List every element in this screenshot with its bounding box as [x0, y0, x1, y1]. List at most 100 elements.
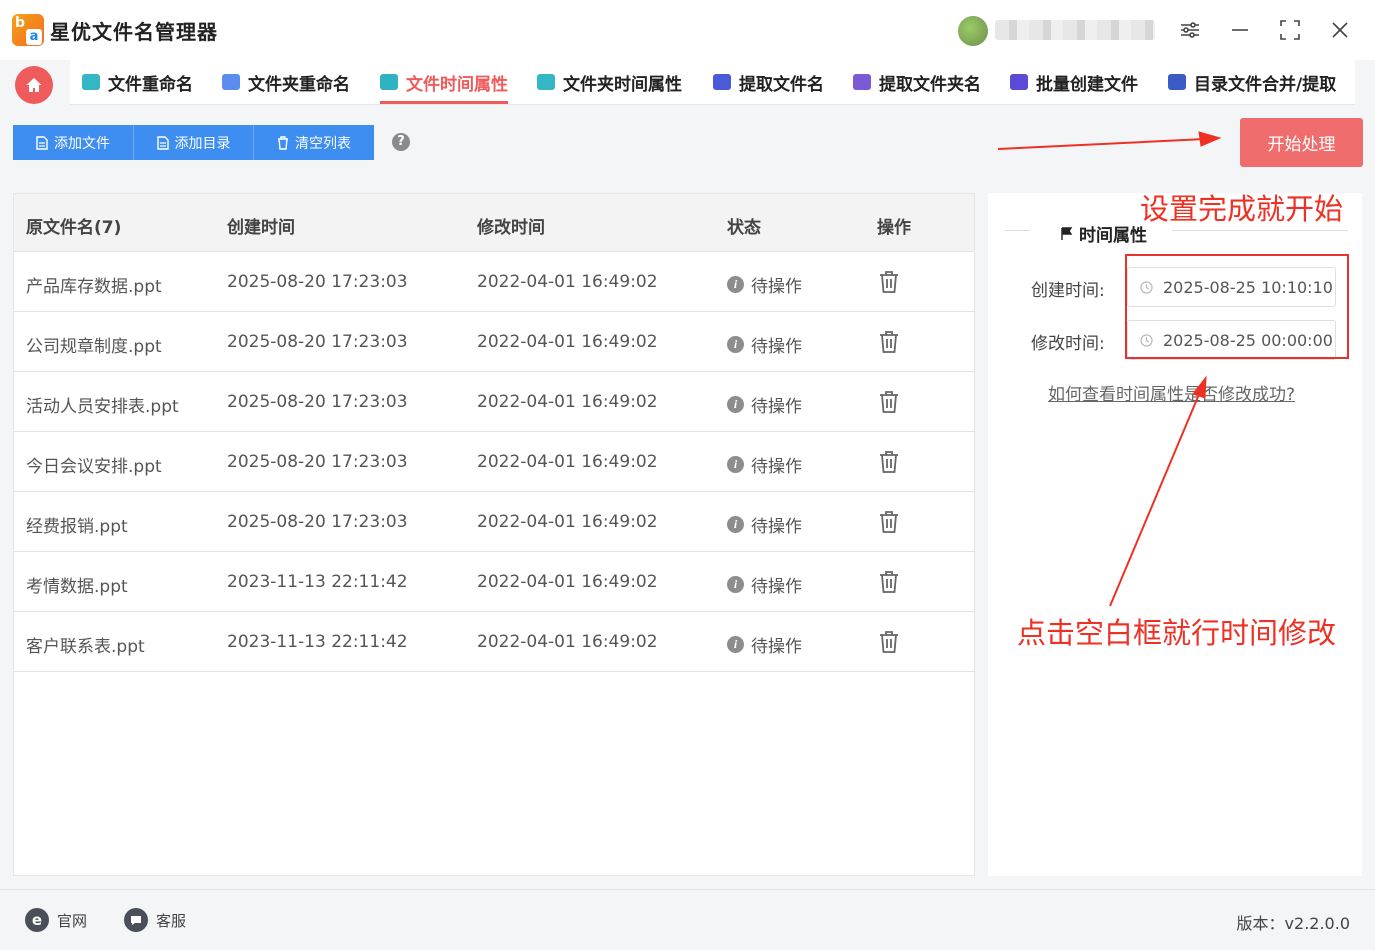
info-icon: i	[727, 456, 744, 473]
directory-icon	[156, 135, 169, 150]
file-name-cell: 经费报销.ppt	[26, 517, 128, 537]
status-cell: i 待操作	[727, 332, 802, 357]
folder-time-icon	[537, 74, 555, 90]
delete-row-icon[interactable]	[878, 450, 900, 478]
delete-row-icon[interactable]	[878, 330, 900, 358]
table-row[interactable]: 公司规章制度.ppt 2025-08-20 17:23:03 2022-04-01 …	[14, 312, 974, 372]
modified-time-cell: 2022-04-01 16:49:02	[477, 332, 658, 352]
info-icon: i	[727, 396, 744, 413]
file-name-cell: 客户联系表.ppt	[26, 637, 145, 657]
title-bar: ba 星优文件名管理器	[0, 0, 1375, 60]
tab-label: 文件夹重命名	[248, 74, 350, 95]
info-icon: i	[727, 636, 744, 653]
header-action: 操作	[877, 218, 911, 238]
clear-list-button[interactable]: 清空列表	[254, 125, 374, 160]
table-row[interactable]: 产品库存数据.ppt 2025-08-20 17:23:03 2022-04-01 …	[14, 252, 974, 312]
table-row[interactable]: 客户联系表.ppt 2023-11-13 22:11:42 2022-04-01 1…	[14, 612, 974, 672]
delete-row-icon[interactable]	[878, 270, 900, 298]
tab-file-rename[interactable]: 文件重命名	[82, 60, 193, 104]
file-name-cell: 今日会议安排.ppt	[26, 457, 162, 477]
add-file-label: 添加文件	[54, 135, 110, 152]
tab-label: 文件时间属性	[406, 74, 508, 95]
created-time-cell: 2025-08-20 17:23:03	[227, 452, 408, 472]
close-icon[interactable]	[1325, 15, 1355, 45]
home-icon	[26, 78, 42, 92]
info-icon: i	[727, 276, 744, 293]
delete-row-icon[interactable]	[878, 630, 900, 658]
created-time-label: 创建时间:	[1031, 281, 1105, 301]
website-link[interactable]: e 官网	[25, 908, 87, 932]
tab-batch-create-files[interactable]: 批量创建文件	[1010, 60, 1138, 104]
created-time-cell: 2025-08-20 17:23:03	[227, 392, 408, 412]
status-text: 待操作	[751, 517, 802, 537]
help-icon[interactable]: ?	[392, 133, 410, 151]
tab-label: 文件重命名	[108, 74, 193, 95]
modified-time-cell: 2022-04-01 16:49:02	[477, 512, 658, 532]
created-time-cell: 2023-11-13 22:11:42	[227, 632, 408, 652]
website-label: 官网	[57, 911, 88, 930]
app-title: 星优文件名管理器	[50, 20, 218, 44]
ie-icon: e	[25, 908, 49, 932]
support-link[interactable]: 客服	[124, 908, 186, 932]
modified-time-cell: 2022-04-01 16:49:02	[477, 572, 658, 592]
add-file-button[interactable]: 添加文件	[13, 125, 134, 160]
annotation-highlight-box	[1125, 254, 1349, 359]
status-cell: i 待操作	[727, 272, 802, 297]
batch-create-icon	[1010, 74, 1028, 90]
tab-label: 提取文件名	[739, 74, 824, 95]
delete-row-icon[interactable]	[878, 570, 900, 598]
status-text: 待操作	[751, 457, 802, 477]
add-directory-label: 添加目录	[174, 135, 231, 152]
add-directory-button[interactable]: 添加目录	[134, 125, 254, 160]
delete-row-icon[interactable]	[878, 510, 900, 538]
created-time-cell: 2025-08-20 17:23:03	[227, 512, 408, 532]
table-row[interactable]: 考情数据.ppt 2023-11-13 22:11:42 2022-04-01 16…	[14, 552, 974, 612]
tab-label: 批量创建文件	[1036, 74, 1138, 95]
status-text: 待操作	[751, 637, 802, 657]
info-icon: i	[727, 336, 744, 353]
how-to-verify-link[interactable]: 如何查看时间属性是否修改成功?	[1048, 380, 1295, 405]
extract-filename-icon	[713, 74, 731, 90]
support-label: 客服	[156, 911, 187, 930]
file-icon	[36, 135, 48, 150]
header-created: 创建时间	[227, 218, 295, 238]
file-name-cell: 考情数据.ppt	[26, 577, 128, 597]
app-logo: ba	[12, 14, 44, 46]
user-avatar[interactable]	[958, 16, 988, 46]
status-cell: i 待操作	[727, 632, 802, 657]
table-row[interactable]: 今日会议安排.ppt 2025-08-20 17:23:03 2022-04-01 …	[14, 432, 974, 492]
annotation-click-hint: 点击空白框就行时间修改	[1017, 616, 1337, 650]
chat-icon	[124, 908, 148, 932]
start-processing-button[interactable]: 开始处理	[1240, 118, 1363, 167]
main-nav: 文件重命名 文件夹重命名 文件时间属性 文件夹时间属性 提取文件名 提取文件夹名…	[70, 60, 1355, 105]
status-text: 待操作	[751, 577, 802, 597]
tab-extract-foldernames[interactable]: 提取文件夹名	[853, 60, 981, 104]
tab-folder-rename[interactable]: 文件夹重命名	[222, 60, 350, 104]
directory-merge-icon	[1168, 74, 1186, 90]
table-row[interactable]: 活动人员安排表.ppt 2025-08-20 17:23:03 2022-04-01…	[14, 372, 974, 432]
tab-extract-filenames[interactable]: 提取文件名	[713, 60, 824, 104]
modified-time-label: 修改时间:	[1031, 334, 1105, 354]
status-cell: i 待操作	[727, 392, 802, 417]
clear-list-label: 清空列表	[295, 135, 351, 152]
file-name-cell: 产品库存数据.ppt	[26, 277, 162, 297]
extract-foldername-icon	[853, 74, 871, 90]
tab-file-time-attributes[interactable]: 文件时间属性	[380, 60, 508, 104]
settings-sliders-icon[interactable]	[1175, 15, 1205, 45]
tab-label: 提取文件夹名	[879, 74, 981, 95]
maximize-icon[interactable]	[1275, 15, 1305, 45]
tab-directory-merge-extract[interactable]: 目录文件合并/提取	[1168, 60, 1336, 104]
created-time-cell: 2023-11-13 22:11:42	[227, 572, 408, 592]
status-text: 待操作	[751, 397, 802, 417]
delete-row-icon[interactable]	[878, 390, 900, 418]
user-name-blurred	[995, 20, 1155, 40]
status-text: 待操作	[751, 337, 802, 357]
trash-icon	[278, 135, 288, 150]
table-header: 原文件名(7) 创建时间 修改时间 状态 操作	[14, 194, 974, 252]
minimize-icon[interactable]	[1225, 15, 1255, 45]
tab-folder-time-attributes[interactable]: 文件夹时间属性	[537, 60, 682, 104]
table-row[interactable]: 经费报销.ppt 2025-08-20 17:23:03 2022-04-01 16…	[14, 492, 974, 552]
divider	[1005, 230, 1030, 231]
home-button[interactable]	[15, 66, 53, 104]
header-status: 状态	[727, 218, 761, 238]
